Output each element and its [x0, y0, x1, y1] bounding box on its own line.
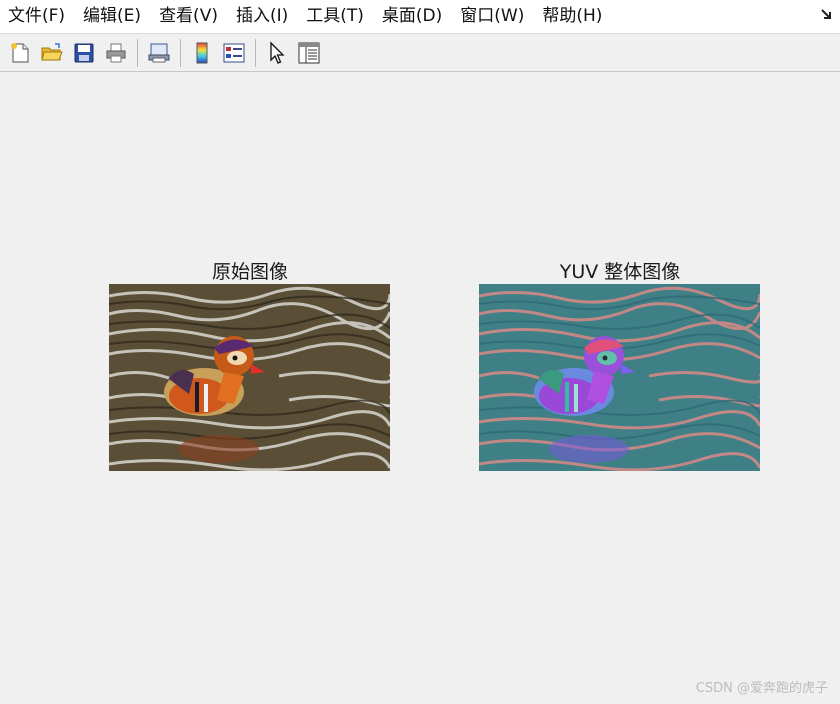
menu-edit[interactable]: 编辑(E) [74, 0, 150, 33]
menu-view[interactable]: 查看(V) [150, 0, 227, 33]
menu-tools[interactable]: 工具(T) [297, 0, 373, 33]
menu-bar: 文件(F) 编辑(E) 查看(V) 插入(I) 工具(T) 桌面(D) 窗口(W… [0, 0, 840, 34]
toolbar-separator [137, 38, 138, 67]
save-icon [74, 43, 94, 62]
edit-plot-button[interactable] [263, 39, 291, 67]
menu-insert[interactable]: 插入(I) [227, 0, 297, 33]
left-axes-title: 原始图像 [211, 261, 288, 283]
menu-window[interactable]: 窗口(W) [451, 0, 533, 33]
toolbar-separator [180, 38, 181, 67]
yuv-image-graphic [479, 284, 760, 471]
menu-help[interactable]: 帮助(H) [533, 0, 611, 33]
toolbar-separator [255, 38, 256, 67]
right-axes-title: YUV 整体图像 [559, 261, 681, 283]
new-figure-icon [11, 42, 29, 63]
print-preview-icon [148, 43, 170, 62]
pointer-icon [270, 40, 285, 64]
print-button[interactable] [102, 39, 130, 67]
print-preview-button[interactable] [145, 39, 173, 67]
insert-colorbar-button[interactable] [188, 39, 216, 67]
dock-arrow-icon[interactable] [820, 8, 834, 22]
yuv-image [479, 284, 760, 471]
original-image-graphic [109, 284, 390, 471]
legend-icon [223, 43, 245, 62]
watermark: CSDN @爱奔跑的虎子 [695, 681, 828, 696]
figure-toolbar [0, 34, 840, 72]
menu-file[interactable]: 文件(F) [0, 0, 74, 33]
open-file-button[interactable] [38, 39, 66, 67]
save-button[interactable] [70, 39, 98, 67]
original-image [109, 284, 390, 471]
colorbar-icon [196, 42, 208, 63]
property-editor-icon [298, 42, 320, 63]
property-editor-button[interactable] [295, 39, 323, 67]
insert-legend-button[interactable] [220, 39, 248, 67]
print-icon [106, 43, 126, 62]
open-file-icon [41, 42, 63, 60]
new-figure-button[interactable] [6, 39, 34, 67]
menu-desktop[interactable]: 桌面(D) [373, 0, 451, 33]
